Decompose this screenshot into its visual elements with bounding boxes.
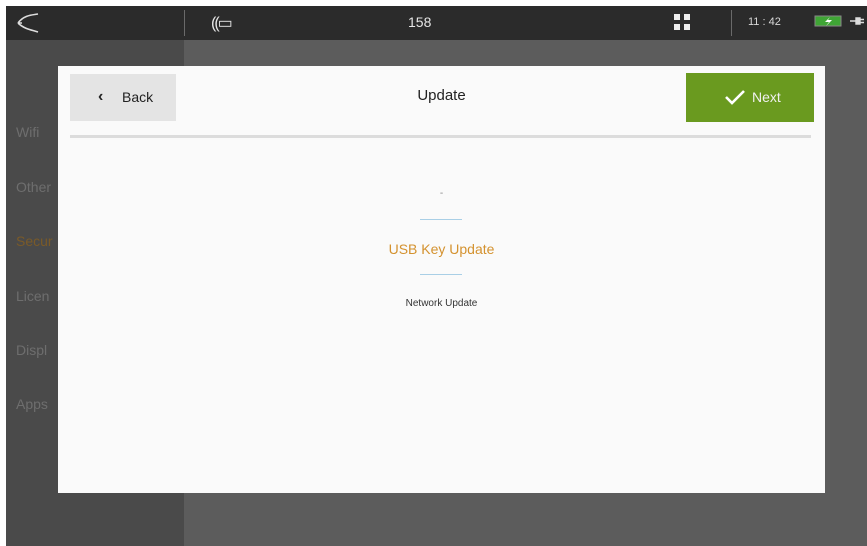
sidebar-item-display[interactable]: Displ (16, 342, 47, 358)
sidebar-item-wifi[interactable]: Wifi (16, 124, 39, 140)
sidebar-item-license[interactable]: Licen (16, 288, 49, 304)
sidebar-item-security[interactable]: Secur (16, 233, 53, 249)
check-icon (725, 90, 745, 105)
topbar-divider (184, 10, 185, 36)
sidebar-item-other[interactable]: Other (16, 179, 51, 195)
status-bar: ((▭ 158 11 : 42 (6, 6, 867, 40)
update-dialog: ‹ Back Update Next - USB Key Update Netw… (58, 66, 825, 493)
selection-line-bottom (420, 274, 462, 275)
fish-logo-icon[interactable] (16, 12, 40, 34)
battery-charging-icon (814, 15, 842, 27)
grid-icon[interactable] (674, 14, 690, 30)
header-divider (70, 135, 811, 138)
device-screen: ((▭ 158 11 : 42 Wifi Other Secur Licen D… (6, 6, 867, 546)
next-button-label: Next (752, 89, 781, 105)
option-empty[interactable]: - (58, 188, 825, 199)
next-button[interactable]: Next (686, 73, 814, 122)
selection-line-top (420, 219, 462, 220)
plug-icon (850, 17, 864, 25)
sidebar-item-apps[interactable]: Apps (16, 396, 48, 412)
clock-display: 11 : 42 (748, 16, 781, 28)
channel-number: 158 (408, 14, 432, 30)
option-usb-key-update[interactable]: USB Key Update (58, 241, 825, 257)
topbar-divider (731, 10, 732, 36)
option-network-update[interactable]: Network Update (58, 298, 825, 309)
connection-signal-icon: ((▭ (211, 15, 233, 32)
